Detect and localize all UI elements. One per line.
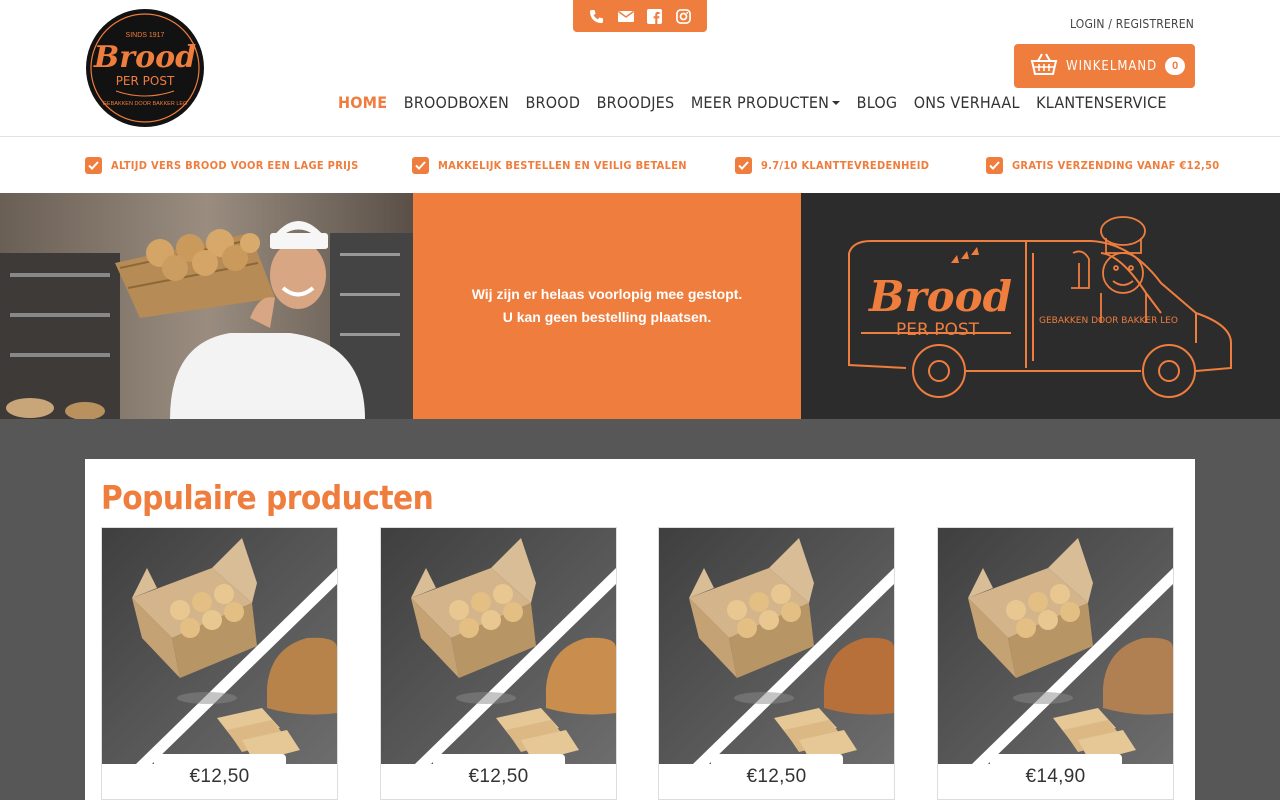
login-register-link[interactable]: LOGIN / REGISTREREN bbox=[1070, 17, 1194, 31]
usp-item: MAKKELIJK BESTELLEN EN VEILIG BETALEN bbox=[412, 157, 687, 174]
facebook-icon[interactable] bbox=[646, 7, 664, 25]
checkmark-icon bbox=[85, 157, 102, 174]
cart-button[interactable]: WINKELMAND 0 bbox=[1014, 44, 1195, 88]
nav-item-broodboxen[interactable]: BROODBOXEN bbox=[404, 93, 509, 112]
product-image[interactable] bbox=[938, 528, 1173, 764]
product-price: €12,50 bbox=[468, 766, 529, 787]
social-bar bbox=[573, 0, 707, 32]
van-brand-text: Brood bbox=[868, 272, 1012, 321]
envelope-icon[interactable] bbox=[617, 7, 635, 25]
product-price: €12,50 bbox=[189, 766, 250, 787]
product-image[interactable] bbox=[102, 528, 337, 764]
product-card[interactable]: €12,50 bbox=[380, 527, 617, 800]
cart-label: WINKELMAND bbox=[1066, 58, 1158, 74]
nav-item-klantenservice[interactable]: KLANTENSERVICE bbox=[1036, 93, 1166, 112]
instagram-icon[interactable] bbox=[675, 7, 693, 25]
nav-item-broodjes[interactable]: BROODJES bbox=[597, 93, 675, 112]
main-nav: HOME BROODBOXEN BROOD BROODJES MEER PROD… bbox=[338, 93, 1183, 112]
basket-icon bbox=[1030, 53, 1058, 80]
van-sub-text: PER POST bbox=[896, 320, 980, 340]
site-header: SINDS 1917 Brood PER POST GEBAKKEN DOOR … bbox=[0, 0, 1280, 137]
svg-text:GEBAKKEN DOOR BAKKER LEO: GEBAKKEN DOOR BAKKER LEO bbox=[103, 101, 188, 107]
nav-item-home[interactable]: HOME bbox=[338, 93, 387, 112]
product-card[interactable]: €12,50 bbox=[658, 527, 895, 800]
usp-text: GRATIS VERZENDING VANAF €12,50 bbox=[1012, 159, 1220, 172]
checkmark-icon bbox=[986, 157, 1003, 174]
usp-item: ALTIJD VERS BROOD VOOR EEN LAGE PRIJS bbox=[85, 157, 359, 174]
notice-line-2: U kan geen bestelling plaatsen. bbox=[502, 309, 712, 325]
product-image[interactable] bbox=[659, 528, 894, 764]
product-price: €14,90 bbox=[1025, 766, 1086, 787]
van-tagline-text: GEBAKKEN DOOR BAKKER LEO bbox=[1039, 316, 1178, 326]
svg-text:SINDS 1917: SINDS 1917 bbox=[126, 32, 165, 39]
nav-item-meer-producten[interactable]: MEER PRODUCTEN bbox=[691, 93, 841, 112]
brand-logo[interactable]: SINDS 1917 Brood PER POST GEBAKKEN DOOR … bbox=[86, 9, 204, 127]
svg-text:PER POST: PER POST bbox=[116, 74, 175, 88]
hero-banner: Wij zijn er helaas voorlopig mee gestopt… bbox=[0, 193, 1280, 419]
section-title: Populaire producten bbox=[101, 478, 434, 517]
product-image[interactable] bbox=[381, 528, 616, 764]
checkmark-icon bbox=[412, 157, 429, 174]
usp-text: ALTIJD VERS BROOD VOOR EEN LAGE PRIJS bbox=[111, 159, 359, 172]
usp-text: 9.7/10 KLANTTEVREDENHEID bbox=[761, 159, 930, 172]
nav-item-brood[interactable]: BROOD bbox=[525, 93, 580, 112]
usp-bar: ALTIJD VERS BROOD VOOR EEN LAGE PRIJS MA… bbox=[0, 137, 1280, 193]
usp-item: GRATIS VERZENDING VANAF €12,50 bbox=[986, 157, 1219, 174]
notice-line-1: Wij zijn er helaas voorlopig mee gestopt… bbox=[471, 286, 743, 302]
product-card[interactable]: €14,90 bbox=[937, 527, 1174, 800]
usp-text: MAKKELIJK BESTELLEN EN VEILIG BETALEN bbox=[438, 159, 687, 172]
nav-item-blog[interactable]: BLOG bbox=[857, 93, 898, 112]
nav-item-ons-verhaal[interactable]: ONS VERHAAL bbox=[914, 93, 1020, 112]
usp-item: 9.7/10 KLANTTEVREDENHEID bbox=[735, 157, 929, 174]
closed-notice: Wij zijn er helaas voorlopig mee gestopt… bbox=[413, 193, 801, 419]
checkmark-icon bbox=[735, 157, 752, 174]
phone-icon[interactable] bbox=[588, 7, 606, 25]
svg-text:Brood: Brood bbox=[93, 40, 196, 75]
product-card[interactable]: €12,50 bbox=[101, 527, 338, 800]
baker-photo bbox=[0, 193, 413, 419]
product-price: €12,50 bbox=[746, 766, 807, 787]
caret-down-icon bbox=[832, 100, 841, 105]
delivery-van-illustration: Brood PER POST GEBAKKEN DOOR BAKKER LEO bbox=[801, 193, 1280, 419]
cart-count-badge: 0 bbox=[1165, 57, 1186, 75]
